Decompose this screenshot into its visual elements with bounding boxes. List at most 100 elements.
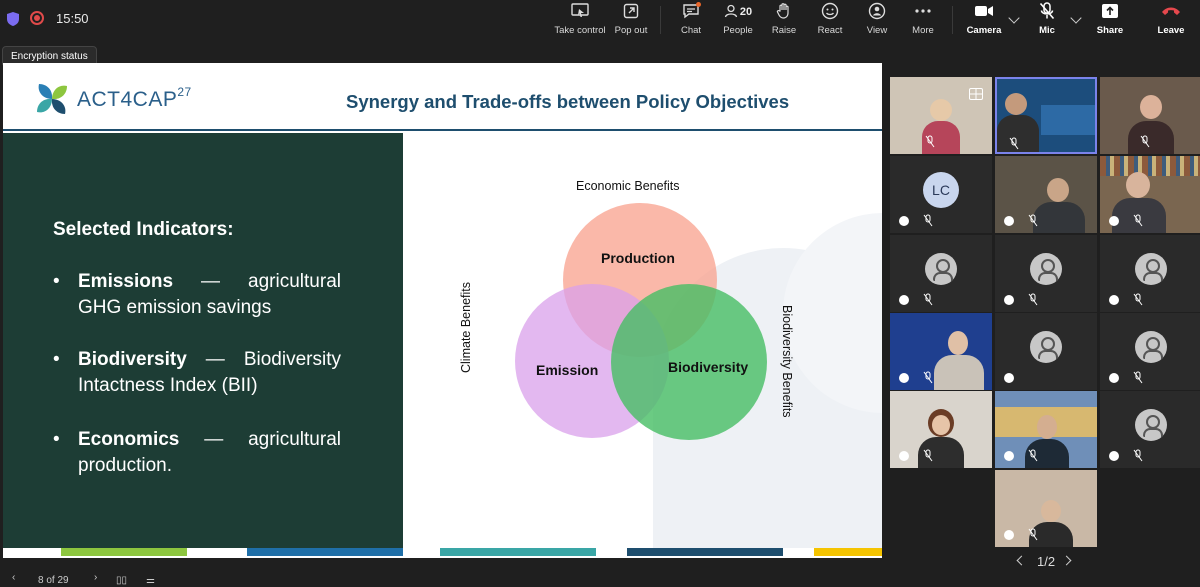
participant-video-face	[1126, 172, 1150, 198]
participant-avatar: LC	[923, 172, 959, 208]
react-label: React	[817, 25, 843, 36]
settings-sliders-icon[interactable]: ⚌	[146, 575, 155, 586]
leave-button[interactable]: Leave	[1156, 0, 1186, 42]
participant-video-face	[932, 415, 950, 435]
slide-navigation: ‹ 8 of 29 › ▯▯ ⚌	[0, 572, 882, 587]
raise-hand-button[interactable]: Raise	[770, 0, 798, 42]
people-button[interactable]: 20 People	[718, 0, 758, 42]
share-label: Share	[1096, 25, 1124, 36]
economic-benefits-label: Economic Benefits	[576, 179, 680, 193]
participant-tile[interactable]	[1100, 313, 1200, 390]
chat-label: Chat	[680, 25, 702, 36]
participant-tile-active-speaker[interactable]	[995, 77, 1097, 154]
pop-out-label: Pop out	[614, 25, 648, 36]
participant-tile[interactable]	[890, 313, 992, 390]
participant-avatar-icon	[925, 253, 957, 285]
gallery-layout-icon[interactable]	[969, 88, 983, 100]
participant-tile[interactable]	[995, 470, 1097, 547]
grid-view-icon[interactable]: ▯▯	[116, 575, 127, 586]
mic-muted-icon	[1028, 293, 1038, 306]
share-button[interactable]: Share	[1094, 0, 1126, 42]
mic-label: Mic	[1039, 25, 1055, 36]
shield-icon[interactable]	[6, 11, 20, 27]
participant-video-face	[948, 331, 968, 355]
participant-status-icon	[1109, 373, 1119, 383]
participant-tile[interactable]	[995, 235, 1097, 312]
prev-slide-icon[interactable]: ‹	[12, 572, 15, 583]
take-control-icon	[571, 2, 589, 21]
take-control-button[interactable]: Take control	[553, 0, 607, 42]
pop-out-button[interactable]: Pop out	[612, 0, 650, 42]
meeting-clock: 15:50	[56, 11, 89, 26]
slide-page-indicator: 8 of 29	[38, 575, 69, 586]
participant-tile[interactable]: LC	[890, 156, 992, 233]
participant-status-icon	[899, 216, 909, 226]
participant-tile[interactable]	[890, 391, 992, 468]
indicators-panel: Selected Indicators: • Emissions — agricul…	[3, 133, 403, 548]
pop-out-icon	[623, 3, 639, 21]
shared-slide: ACT4CAP27 Synergy and Trade-offs between…	[3, 63, 882, 558]
bullet-dot: •	[53, 271, 60, 292]
biodiversity-label: Biodiversity	[668, 359, 749, 375]
next-slide-icon[interactable]: ›	[94, 572, 97, 583]
participant-tile[interactable]	[995, 313, 1097, 390]
gallery-prev-page-icon[interactable]	[1016, 555, 1027, 566]
mic-muted-icon	[1028, 214, 1038, 227]
mic-muted-icon	[1028, 528, 1038, 541]
people-icon-group: 20	[724, 3, 752, 21]
view-button[interactable]: View	[863, 0, 891, 42]
participant-video-face	[1005, 93, 1027, 115]
mic-muted-icon	[925, 135, 935, 148]
participant-avatar-icon	[1135, 331, 1167, 363]
participant-status-icon	[1004, 530, 1014, 540]
participant-tile[interactable]	[890, 235, 992, 312]
people-label: People	[723, 25, 753, 36]
people-icon	[724, 4, 738, 17]
participant-video-backdrop	[1041, 105, 1095, 135]
participant-tile[interactable]	[1100, 156, 1200, 233]
participant-video-face	[1140, 95, 1162, 119]
chat-button[interactable]: Chat	[676, 0, 706, 42]
indicators-heading: Selected Indicators:	[53, 219, 234, 240]
participant-tile[interactable]	[1100, 391, 1200, 468]
bullet-dot: •	[53, 349, 60, 370]
mic-muted-icon	[1133, 293, 1143, 306]
participant-video-body	[934, 355, 984, 390]
people-count: 20	[739, 6, 753, 18]
camera-label: Camera	[966, 25, 1002, 36]
mic-muted-icon	[923, 449, 933, 462]
leave-label: Leave	[1157, 25, 1185, 36]
participant-video-face	[1041, 500, 1061, 522]
participant-avatar-icon	[1135, 409, 1167, 441]
mic-muted-icon	[1133, 449, 1143, 462]
hand-icon	[776, 2, 792, 21]
more-button[interactable]: More	[908, 0, 938, 42]
gallery-next-page-icon[interactable]	[1061, 555, 1072, 566]
participant-avatar-icon	[1135, 253, 1167, 285]
act4cap-logo-icon	[37, 84, 67, 114]
mic-options-chevron-icon[interactable]	[1070, 12, 1082, 24]
mic-muted-icon	[923, 371, 933, 384]
raise-label: Raise	[771, 25, 797, 36]
slide-title: Synergy and Trade-offs between Policy Ob…	[346, 91, 790, 112]
participant-tile[interactable]	[1100, 77, 1200, 154]
emission-label: Emission	[536, 362, 599, 378]
mic-muted-icon	[1039, 1, 1055, 21]
participant-avatar-icon	[1030, 331, 1062, 363]
camera-button[interactable]: Camera	[966, 0, 1002, 42]
react-button[interactable]: React	[816, 0, 844, 42]
participant-tile[interactable]	[995, 156, 1097, 233]
footer-stripe-teal	[440, 548, 596, 556]
participant-status-icon	[1004, 373, 1014, 383]
mic-muted-icon	[1133, 214, 1143, 227]
participant-status-icon	[1109, 295, 1119, 305]
hang-up-icon	[1161, 3, 1181, 21]
participant-tile[interactable]	[995, 391, 1097, 468]
mic-button[interactable]: Mic	[1034, 0, 1060, 42]
participant-tile[interactable]	[1100, 235, 1200, 312]
slide-footer-stripes	[3, 548, 882, 558]
footer-stripe-navy	[627, 548, 783, 556]
bullet-dot: •	[53, 429, 60, 450]
camera-options-chevron-icon[interactable]	[1008, 12, 1020, 24]
slide-header: ACT4CAP27 Synergy and Trade-offs between…	[3, 63, 882, 131]
